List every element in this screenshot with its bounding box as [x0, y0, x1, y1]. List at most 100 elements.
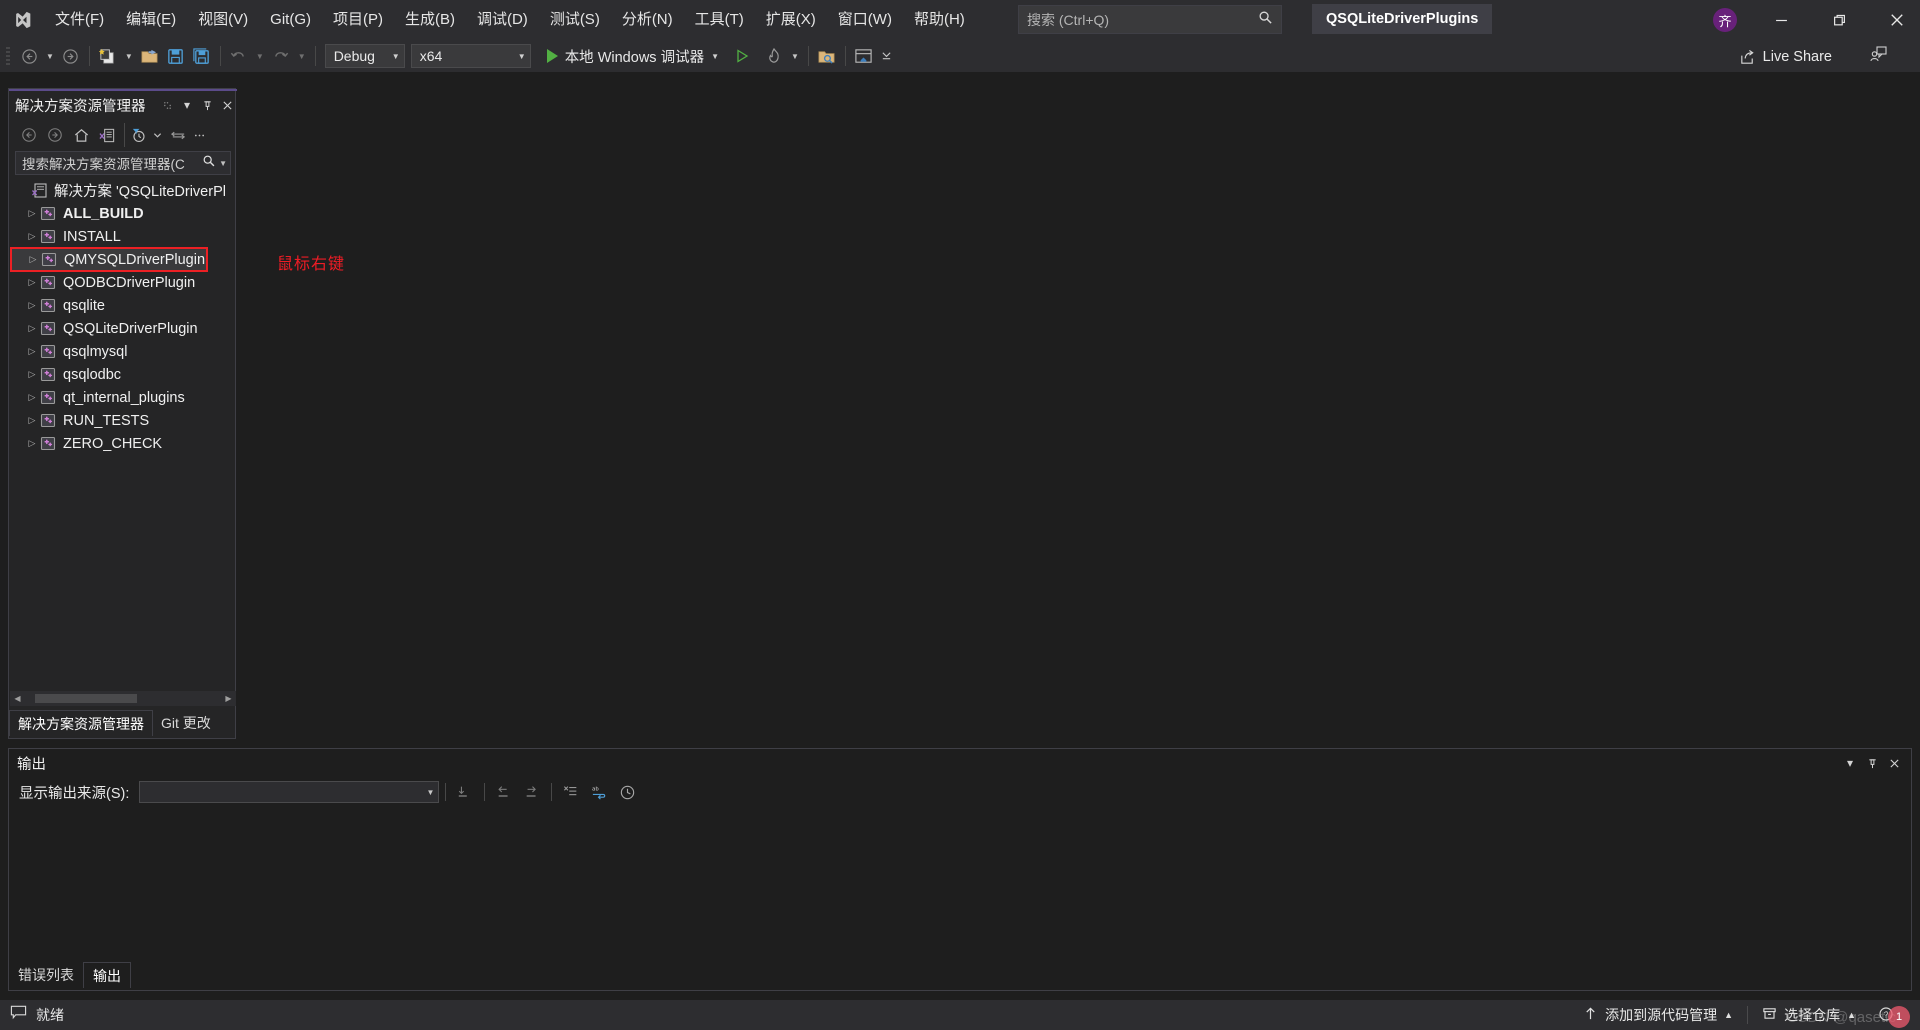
home-icon[interactable]: [69, 123, 93, 147]
chevron-right-icon[interactable]: ▷: [24, 392, 40, 403]
new-item-icon[interactable]: [95, 42, 121, 70]
chevron-right-icon[interactable]: ▷: [24, 277, 40, 288]
platform-combo[interactable]: x64 ▼: [410, 44, 531, 68]
search-dropdown-chevron-down-icon[interactable]: ▼: [216, 159, 227, 168]
menu-item-test[interactable]: 测试(S): [539, 0, 611, 40]
select-repository-button[interactable]: 选择仓库 ▲: [1754, 1000, 1864, 1030]
avatar[interactable]: 齐: [1713, 8, 1737, 32]
chevron-right-icon[interactable]: ▷: [24, 346, 40, 357]
back-icon[interactable]: [17, 123, 41, 147]
start-without-debugging-icon[interactable]: [729, 42, 755, 70]
redo-icon[interactable]: [268, 42, 294, 70]
menu-item-extensions[interactable]: 扩展(X): [755, 0, 827, 40]
pin-icon[interactable]: [197, 93, 217, 117]
go-to-next-icon[interactable]: [519, 780, 545, 804]
tree-item-install[interactable]: ▷ INSTALL: [10, 225, 236, 248]
hot-reload-dropdown[interactable]: ▼: [787, 52, 803, 61]
close-icon[interactable]: [1883, 751, 1905, 775]
filter-chevron-down-icon[interactable]: [150, 123, 164, 147]
tab-solution-explorer[interactable]: 解决方案资源管理器: [9, 710, 153, 736]
undo-icon[interactable]: [226, 42, 252, 70]
menu-item-view[interactable]: 视图(V): [187, 0, 259, 40]
folder-search-icon[interactable]: [814, 42, 840, 70]
tree-item-qsqlodbc[interactable]: ▷ qsqlodbc: [10, 363, 236, 386]
show-timestamps-icon[interactable]: [614, 780, 640, 804]
menu-item-project[interactable]: 项目(P): [322, 0, 394, 40]
chevron-right-icon[interactable]: ▷: [24, 231, 40, 242]
tree-item-all-build[interactable]: ▷ ALL_BUILD: [10, 202, 236, 225]
find-message-icon[interactable]: [452, 780, 478, 804]
hot-reload-icon[interactable]: [761, 42, 787, 70]
start-debugging-button[interactable]: 本地 Windows 调试器 ▼: [543, 42, 723, 70]
forward-icon[interactable]: [43, 123, 67, 147]
close-button[interactable]: [1874, 0, 1920, 40]
navigate-back-icon[interactable]: [16, 42, 42, 70]
tab-output[interactable]: 输出: [83, 962, 131, 988]
navigate-back-dropdown[interactable]: ▼: [42, 52, 58, 61]
solution-explorer-search-input[interactable]: 搜索解决方案资源管理器(C ▼: [15, 151, 231, 175]
tree-item-zero-check[interactable]: ▷ ZERO_CHECK: [10, 432, 236, 455]
live-share-button[interactable]: Live Share: [1739, 44, 1832, 70]
menu-item-edit[interactable]: 编辑(E): [115, 0, 187, 40]
tree-item-qsqlmysql[interactable]: ▷ qsqlmysql: [10, 340, 236, 363]
overflow-icon[interactable]: [192, 123, 206, 147]
save-all-icon[interactable]: [189, 42, 215, 70]
menu-item-tools[interactable]: 工具(T): [684, 0, 755, 40]
maximize-button[interactable]: [1816, 0, 1862, 40]
configuration-combo[interactable]: Debug ▼: [324, 44, 405, 68]
scroll-left-arrow-icon[interactable]: ◀: [10, 694, 25, 703]
scrollbar-thumb[interactable]: [35, 694, 137, 703]
search-icon[interactable]: [202, 154, 216, 173]
tab-git-changes[interactable]: Git 更改: [153, 710, 219, 736]
tree-item-qodbcdriverplugin[interactable]: ▷ QODBCDriverPlugin: [10, 271, 236, 294]
tree-item-solution-root[interactable]: 解决方案 'QSQLiteDriverPl: [10, 179, 236, 202]
output-source-combo[interactable]: ▼: [139, 781, 440, 803]
toolbar-grip[interactable]: [0, 40, 16, 72]
close-icon[interactable]: [217, 93, 237, 117]
document-tab-qsqlitedriverplugins[interactable]: QSQLiteDriverPlugins: [1312, 4, 1493, 34]
tree-item-qsqlitedriverplugin[interactable]: ▷ QSQLiteDriverPlugin: [10, 317, 236, 340]
solution-tree[interactable]: 解决方案 'QSQLiteDriverPl ▷ ALL_BUILD ▷ INSTALL…: [10, 179, 236, 749]
panel-menu-chevron-down-icon[interactable]: ▾: [1839, 751, 1861, 775]
tree-item-run-tests[interactable]: ▷ RUN_TESTS: [10, 409, 236, 432]
go-to-previous-icon[interactable]: [491, 780, 517, 804]
sync-with-active-document-icon[interactable]: [166, 123, 190, 147]
undo-dropdown[interactable]: ▼: [252, 52, 268, 61]
tab-error-list[interactable]: 错误列表: [9, 962, 83, 988]
add-to-source-control-button[interactable]: 添加到源代码管理 ▲: [1575, 1000, 1741, 1030]
navigate-forward-icon[interactable]: [58, 42, 84, 70]
scroll-right-arrow-icon[interactable]: ▶: [221, 694, 236, 703]
output-text-area[interactable]: [9, 807, 1911, 962]
menu-item-file[interactable]: 文件(F): [44, 0, 115, 40]
toolbar-overflow-icon[interactable]: [877, 50, 896, 63]
chevron-right-icon[interactable]: ▷: [24, 323, 40, 334]
menu-item-help[interactable]: 帮助(H): [903, 0, 976, 40]
redo-dropdown[interactable]: ▼: [294, 52, 310, 61]
menu-item-git[interactable]: Git(G): [259, 0, 322, 40]
new-item-dropdown[interactable]: ▼: [121, 52, 137, 61]
solution-explorer-horizontal-scrollbar[interactable]: ◀ ▶: [10, 691, 236, 706]
pin-icon[interactable]: [1861, 751, 1883, 775]
window-layout-icon[interactable]: [851, 42, 877, 70]
scrollbar-track[interactable]: [25, 691, 221, 706]
menu-item-window[interactable]: 窗口(W): [827, 0, 903, 40]
tree-item-qsqlite[interactable]: ▷ qsqlite: [10, 294, 236, 317]
chevron-right-icon[interactable]: ▷: [24, 415, 40, 426]
send-feedback-icon[interactable]: [1870, 45, 1888, 68]
search-input[interactable]: 搜索 (Ctrl+Q): [1018, 5, 1282, 34]
tree-item-qmysqldriverplugin[interactable]: ▷ QMYSQLDriverPlugin: [10, 247, 208, 272]
minimize-button[interactable]: [1758, 0, 1804, 40]
drag-handle-icon[interactable]: [157, 93, 177, 117]
solution-view-icon[interactable]: [95, 123, 119, 147]
clear-all-icon[interactable]: [558, 780, 584, 804]
chevron-right-icon[interactable]: ▷: [25, 254, 41, 265]
open-file-icon[interactable]: [137, 42, 163, 70]
chevron-right-icon[interactable]: ▷: [24, 300, 40, 311]
save-icon[interactable]: [163, 42, 189, 70]
menu-item-analyze[interactable]: 分析(N): [611, 0, 684, 40]
panel-menu-chevron-down-icon[interactable]: ▾: [177, 93, 197, 117]
chevron-right-icon[interactable]: ▷: [24, 208, 40, 219]
chevron-right-icon[interactable]: ▷: [24, 438, 40, 449]
pending-changes-filter-icon[interactable]: [124, 123, 148, 147]
chevron-down-icon[interactable]: ▼: [711, 52, 719, 61]
